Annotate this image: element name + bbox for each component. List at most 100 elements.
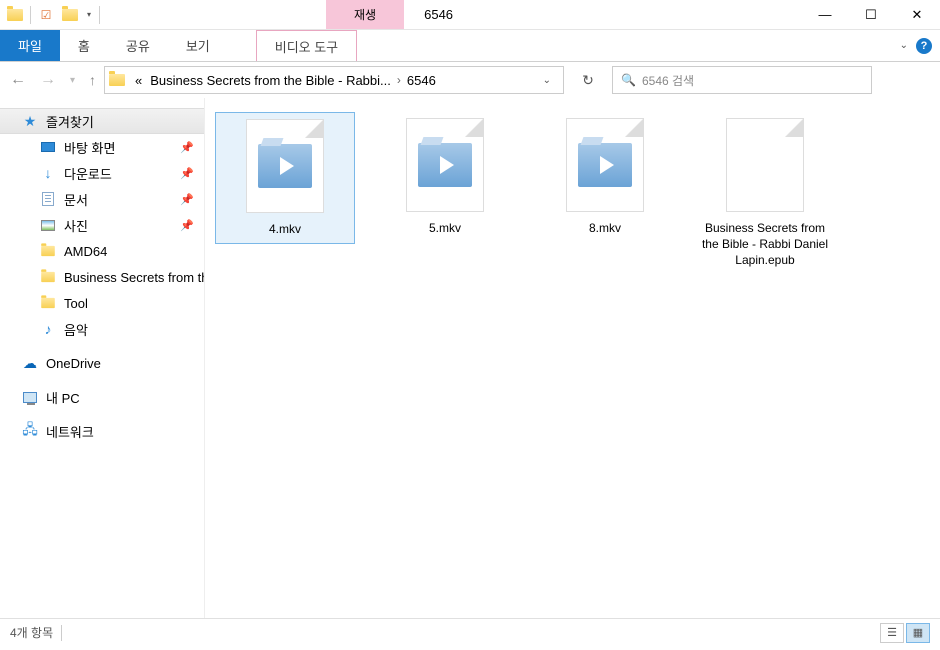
sidebar-label: Business Secrets from the Bible - R — [64, 270, 204, 285]
file-name: 5.mkv — [429, 220, 461, 236]
sidebar-label: 바탕 화면 — [64, 138, 115, 157]
icons-view-button[interactable]: ▦ — [906, 623, 930, 643]
sidebar-desktop[interactable]: 바탕 화면 📌 — [0, 134, 204, 160]
sidebar-documents[interactable]: 문서 📌 — [0, 186, 204, 212]
search-input[interactable]: 🔍 6546 검색 — [612, 66, 872, 94]
close-button[interactable]: ✕ — [894, 0, 940, 30]
details-view-button[interactable]: ☰ — [880, 623, 904, 643]
help-icon[interactable]: ? — [916, 38, 932, 54]
back-button[interactable]: ← — [10, 71, 26, 89]
file-item[interactable]: Business Secrets from the Bible - Rabbi … — [695, 112, 835, 275]
video-thumbnail — [246, 119, 324, 213]
sidebar-label: 내 PC — [46, 388, 80, 407]
document-icon — [40, 191, 56, 207]
pictures-icon — [40, 217, 56, 233]
desktop-icon — [40, 139, 56, 155]
play-icon — [280, 157, 294, 175]
main-area: ★ 즐겨찾기 바탕 화면 📌 ↓ 다운로드 📌 문서 📌 사진 📌 — [0, 98, 940, 618]
music-icon: ♪ — [40, 321, 56, 337]
file-item[interactable]: 5.mkv — [375, 112, 515, 242]
play-icon — [440, 156, 454, 174]
quick-access-toolbar: ☑ ▾ — [0, 4, 106, 26]
ribbon-tabs: 파일 홈 공유 보기 비디오 도구 ⌄ ? — [0, 30, 940, 62]
tab-video-tools[interactable]: 비디오 도구 — [256, 30, 357, 61]
sidebar-label: 음악 — [64, 320, 88, 339]
folder-icon — [109, 74, 125, 86]
sidebar-thispc[interactable]: 내 PC — [0, 384, 204, 410]
address-prefix: « — [131, 73, 146, 88]
tab-view[interactable]: 보기 — [168, 30, 228, 61]
breadcrumb-1[interactable]: Business Secrets from the Bible - Rabbi.… — [146, 73, 395, 88]
navigation-bar: ← → ▾ ↑ « Business Secrets from the Bibl… — [0, 62, 940, 98]
address-bar[interactable]: « Business Secrets from the Bible - Rabb… — [104, 66, 564, 94]
qat-customize-dropdown[interactable]: ▾ — [83, 10, 95, 19]
search-placeholder: 6546 검색 — [642, 72, 694, 89]
star-icon: ★ — [22, 113, 38, 129]
tab-file[interactable]: 파일 — [0, 30, 60, 61]
pc-icon — [22, 389, 38, 405]
separator — [61, 625, 62, 641]
sidebar-downloads[interactable]: ↓ 다운로드 📌 — [0, 160, 204, 186]
qat-newfolder-icon[interactable] — [59, 4, 81, 26]
tab-share[interactable]: 공유 — [108, 30, 168, 61]
tab-home[interactable]: 홈 — [60, 30, 108, 61]
sidebar-network[interactable]: 🖧 네트워크 — [0, 418, 204, 444]
file-list[interactable]: 4.mkv 5.mkv 8.mkv Business Secrets from … — [205, 98, 940, 618]
network-icon: 🖧 — [22, 423, 38, 439]
status-bar: 4개 항목 ☰ ▦ — [0, 618, 940, 646]
video-thumbnail — [566, 118, 644, 212]
up-button[interactable]: ↑ — [89, 72, 96, 88]
window-title: 6546 — [404, 7, 453, 22]
video-thumbnail — [406, 118, 484, 212]
maximize-button[interactable]: ☐ — [848, 0, 894, 30]
sidebar-quickaccess[interactable]: ★ 즐겨찾기 — [0, 108, 204, 134]
recent-dropdown[interactable]: ▾ — [70, 75, 75, 86]
sidebar-onedrive[interactable]: ☁ OneDrive — [0, 350, 204, 376]
file-name: Business Secrets from the Bible - Rabbi … — [701, 220, 829, 269]
sidebar-label: Tool — [64, 296, 88, 311]
sidebar-pictures[interactable]: 사진 📌 — [0, 212, 204, 238]
cloud-icon: ☁ — [22, 355, 38, 371]
separator — [30, 6, 31, 24]
breadcrumb-2[interactable]: 6546 — [403, 73, 440, 88]
sidebar-music[interactable]: ♪ 음악 — [0, 316, 204, 342]
file-name: 8.mkv — [589, 220, 621, 236]
file-item[interactable]: 4.mkv — [215, 112, 355, 244]
qat-properties-icon[interactable]: ☑ — [35, 4, 57, 26]
pin-icon: 📌 — [180, 219, 194, 232]
sidebar-label: 즐겨찾기 — [46, 112, 94, 131]
folder-icon — [40, 295, 56, 311]
sidebar-business[interactable]: Business Secrets from the Bible - R — [0, 264, 204, 290]
sidebar-label: AMD64 — [64, 244, 107, 259]
window-controls: — ☐ ✕ — [802, 0, 940, 30]
minimize-button[interactable]: — — [802, 0, 848, 30]
folder-icon — [40, 243, 56, 259]
sidebar-label: 다운로드 — [64, 164, 112, 183]
sidebar-label: 사진 — [64, 216, 88, 235]
sidebar-label: 문서 — [64, 190, 88, 209]
document-thumbnail — [726, 118, 804, 212]
pin-icon: 📌 — [180, 167, 194, 180]
play-icon — [600, 156, 614, 174]
item-count: 4개 항목 — [10, 624, 53, 641]
sidebar-label: OneDrive — [46, 356, 101, 371]
sidebar-tool[interactable]: Tool — [0, 290, 204, 316]
file-item[interactable]: 8.mkv — [535, 112, 675, 242]
refresh-button[interactable]: ↻ — [572, 66, 604, 94]
sidebar-amd64[interactable]: AMD64 — [0, 238, 204, 264]
ribbon-collapse-icon[interactable]: ⌄ — [900, 40, 908, 51]
download-icon: ↓ — [40, 165, 56, 181]
file-name: 4.mkv — [269, 221, 301, 237]
chevron-right-icon[interactable]: › — [395, 73, 403, 87]
search-icon: 🔍 — [621, 73, 636, 87]
navigation-pane: ★ 즐겨찾기 바탕 화면 📌 ↓ 다운로드 📌 문서 📌 사진 📌 — [0, 98, 205, 618]
forward-button[interactable]: → — [40, 71, 56, 89]
address-dropdown[interactable]: ⌄ — [535, 75, 559, 86]
contextual-tab-label: 재생 — [326, 0, 404, 29]
folder-icon — [40, 269, 56, 285]
titlebar: ☑ ▾ 재생 6546 — ☐ ✕ — [0, 0, 940, 30]
qat-folder-icon[interactable] — [4, 4, 26, 26]
sidebar-label: 네트워크 — [46, 422, 94, 441]
separator — [99, 6, 100, 24]
pin-icon: 📌 — [180, 141, 194, 154]
